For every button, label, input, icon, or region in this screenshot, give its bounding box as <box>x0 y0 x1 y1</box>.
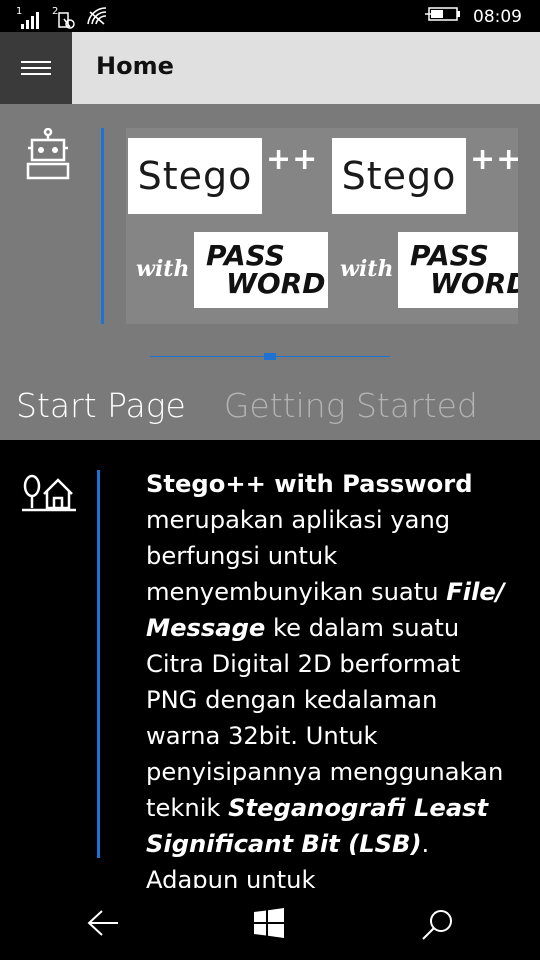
tab-getting-started[interactable]: Getting Started <box>224 386 478 425</box>
page-title: Home <box>96 52 174 80</box>
start-button[interactable] <box>254 908 284 942</box>
word-text: WORD <box>226 267 326 300</box>
status-left: 1 2 <box>16 6 110 30</box>
tree-home-icon <box>22 474 76 518</box>
hero-banner-image[interactable]: Stego ++ with PASS WORD Stego ++ with PA… <box>126 128 518 324</box>
with-text: with <box>136 256 190 282</box>
stego-logo-text: Stego <box>128 138 262 214</box>
plus-plus-text: ++ <box>470 142 518 177</box>
desc-app-name: Stego++ with Password <box>146 470 473 498</box>
windows-start-icon[interactable] <box>254 908 284 938</box>
hamburger-icon[interactable] <box>21 57 51 79</box>
hero-section: Stego ++ with PASS WORD Stego ++ with PA… <box>0 104 540 440</box>
desc-text: merupakan aplikasi yang berfungsi untuk … <box>146 506 451 606</box>
pass-text: PASS <box>410 239 489 272</box>
navigation-bar <box>0 888 540 960</box>
app-description: Stego++ with Password merupakan aplikasi… <box>146 466 518 898</box>
robot-icon <box>24 127 72 184</box>
tab-start-page[interactable]: Start Page <box>16 386 186 425</box>
app-bar: Home <box>0 32 540 104</box>
search-icon[interactable] <box>420 908 454 942</box>
word-text: WORD <box>430 267 518 300</box>
status-bar: 1 2 08:09 <box>0 0 540 32</box>
content-panel: Stego++ with Password merupakan aplikasi… <box>0 440 540 894</box>
password-logo-box: PASS WORD <box>398 232 518 308</box>
clock: 08:09 <box>473 6 522 27</box>
stego-logo-text: Stego <box>332 138 466 214</box>
pivot-header: Start Page Getting Started <box>16 386 478 425</box>
hero-accent-line <box>101 128 104 324</box>
with-text: with <box>340 256 394 282</box>
hamburger-menu-button[interactable] <box>0 32 72 104</box>
pass-text: PASS <box>206 239 285 272</box>
password-logo-box: PASS WORD <box>194 232 328 308</box>
status-right: 08:09 <box>425 5 522 28</box>
back-arrow-icon[interactable] <box>86 908 120 938</box>
desc-text: ke dalam suatu Citra Digital 2D berforma… <box>146 614 504 822</box>
plus-plus-text: ++ <box>266 142 319 177</box>
wifi-icon <box>86 6 110 30</box>
sim2-signal-icon: 2 <box>52 6 76 30</box>
signal-icon: 1 <box>16 6 42 30</box>
search-button[interactable] <box>420 908 454 946</box>
flipview-position-thumb[interactable] <box>264 353 276 360</box>
content-accent-line <box>97 470 100 858</box>
battery-charging-icon <box>425 5 461 28</box>
back-button[interactable] <box>86 908 120 942</box>
